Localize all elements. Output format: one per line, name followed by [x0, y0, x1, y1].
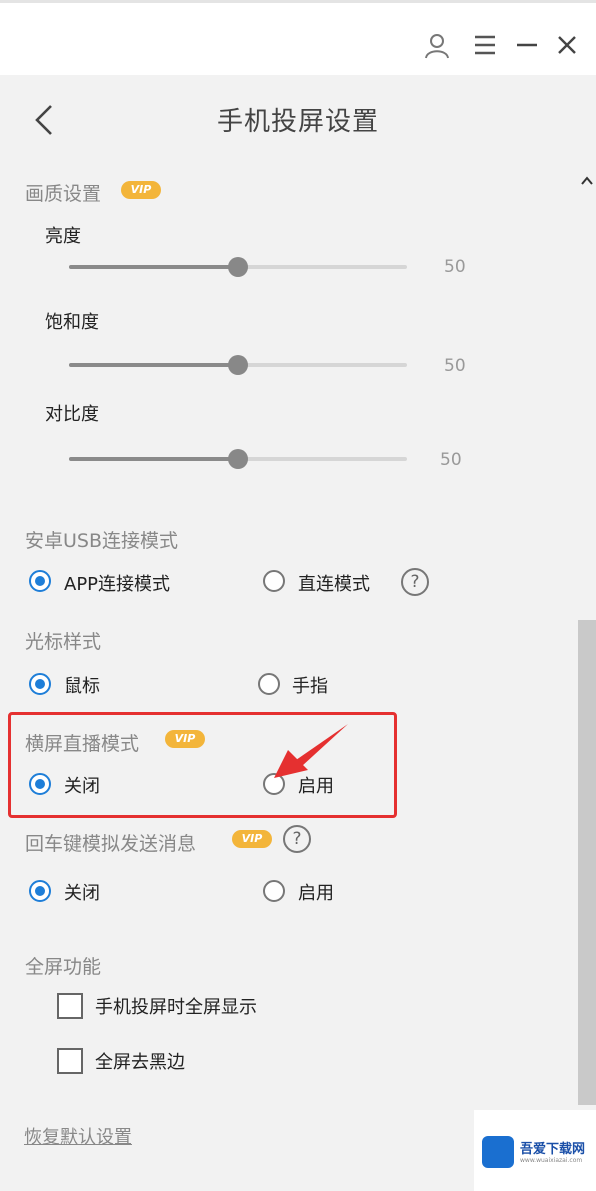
help-icon[interactable]: ? [283, 825, 311, 853]
vip-badge: VIP [121, 181, 161, 199]
slider-fill [69, 363, 238, 367]
contrast-value: 50 [440, 450, 462, 470]
section-title-cursor: 光标样式 [25, 631, 102, 653]
help-icon[interactable]: ? [401, 568, 429, 596]
brightness-value: 50 [444, 257, 466, 277]
section-title-enter: 回车键模拟发送消息 [25, 833, 197, 855]
option-label: 关闭 [64, 883, 100, 904]
saturation-slider[interactable] [69, 355, 407, 375]
slider-thumb[interactable] [228, 449, 248, 469]
slider-fill [69, 265, 238, 269]
checkbox-fullscreen-display[interactable] [57, 993, 83, 1019]
slider-fill [69, 457, 238, 461]
radio-direct-mode[interactable] [263, 570, 285, 592]
user-icon[interactable] [423, 31, 451, 59]
checkbox-label: 全屏去黑边 [95, 1052, 185, 1073]
saturation-label: 饱和度 [45, 312, 99, 333]
minimize-icon[interactable] [513, 31, 541, 59]
radio-enter-off[interactable] [29, 880, 51, 902]
slider-thumb[interactable] [228, 355, 248, 375]
option-label: 启用 [298, 883, 334, 904]
close-icon[interactable] [553, 31, 581, 59]
slider-thumb[interactable] [228, 257, 248, 277]
option-label: 手指 [292, 676, 328, 697]
checkbox-label: 手机投屏时全屏显示 [95, 997, 257, 1018]
radio-finger[interactable] [258, 673, 280, 695]
scrollbar-thumb[interactable] [578, 620, 596, 1105]
option-label: APP连接模式 [64, 574, 171, 595]
radio-mouse[interactable] [29, 673, 51, 695]
section-title-usb: 安卓USB连接模式 [25, 530, 179, 552]
radio-enter-on[interactable] [263, 880, 285, 902]
title-bar [0, 3, 596, 75]
menu-icon[interactable] [471, 31, 499, 59]
section-title-picture: 画质设置 [25, 183, 102, 205]
scroll-up-icon[interactable] [580, 174, 594, 188]
annotation-arrow-icon [274, 724, 348, 778]
saturation-value: 50 [444, 356, 466, 376]
watermark-name: 吾爱下载网 [520, 1142, 586, 1157]
option-label: 直连模式 [298, 574, 370, 595]
radio-app-mode[interactable] [29, 570, 51, 592]
watermark-logo-icon [482, 1136, 514, 1168]
section-title-fullscreen: 全屏功能 [25, 956, 102, 978]
contrast-label: 对比度 [45, 404, 99, 425]
restore-defaults-link[interactable]: 恢复默认设置 [24, 1123, 132, 1149]
page-title: 手机投屏设置 [216, 107, 379, 137]
checkbox-remove-black-borders[interactable] [57, 1048, 83, 1074]
watermark-url: www.wuaixiazai.com [520, 1157, 583, 1164]
page-header: 手机投屏设置 [0, 75, 596, 167]
brightness-slider[interactable] [69, 257, 407, 277]
brightness-label: 亮度 [45, 226, 81, 247]
contrast-slider[interactable] [69, 449, 407, 469]
option-label: 鼠标 [64, 676, 100, 697]
vip-badge: VIP [232, 830, 272, 848]
